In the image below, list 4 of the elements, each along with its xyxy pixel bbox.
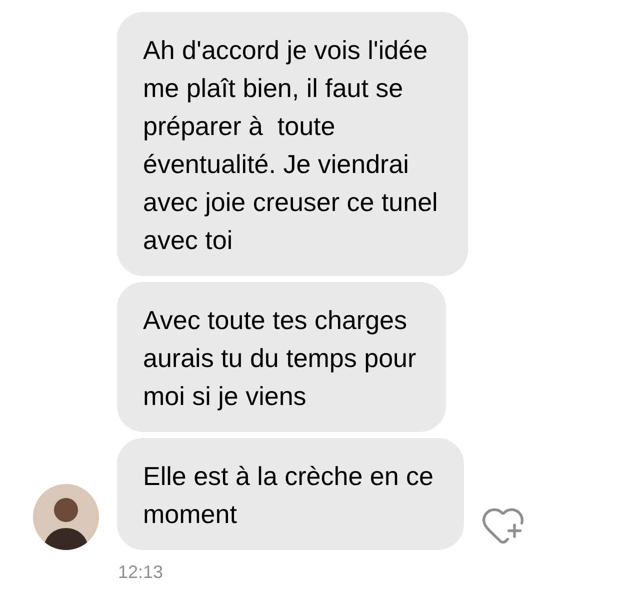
message-text: Ah d'accord je vois l'idée me plaît bien, il faut se préparer à toute éventualité. Je viendrai avec joie creuser ce tunel avec toi	[143, 34, 438, 257]
message-text: Elle est à la crèche en ce moment	[143, 460, 434, 531]
message-text: Avec toute tes charges aurais tu du temps pour moi si je viens	[143, 304, 416, 413]
timestamp: 12:13	[118, 562, 164, 583]
